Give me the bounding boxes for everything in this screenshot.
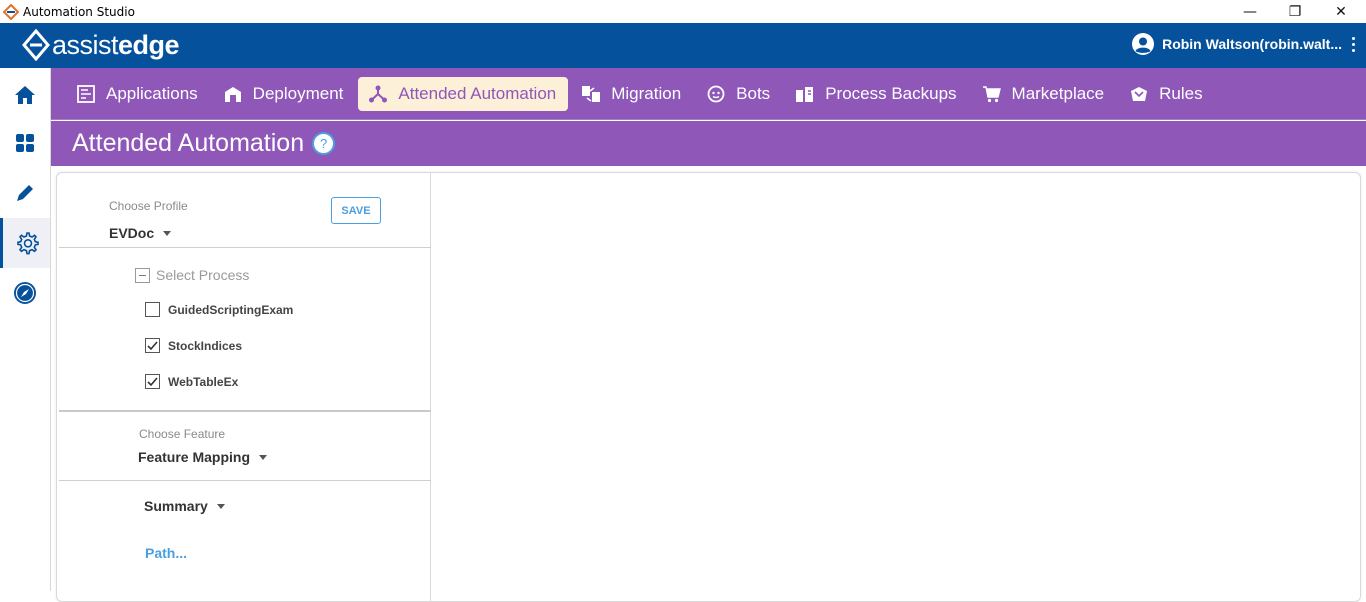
- profile-value: EVDoc: [109, 225, 155, 241]
- tab-label: Deployment: [252, 83, 344, 103]
- chevron-down-icon: [216, 503, 225, 509]
- close-button[interactable]: ✕: [1318, 0, 1364, 23]
- bots-icon: [707, 85, 725, 102]
- content-card: Choose Profile EVDoc SAVE Select Process…: [56, 172, 1361, 602]
- tab-label: Marketplace: [1011, 83, 1105, 103]
- help-icon[interactable]: ?: [312, 132, 336, 155]
- process-item[interactable]: StockIndices: [145, 338, 242, 353]
- chevron-down-icon: [259, 454, 268, 460]
- tab-migration[interactable]: Migration: [571, 77, 693, 111]
- window-title: Automation Studio: [23, 4, 135, 19]
- rail-settings[interactable]: [0, 218, 50, 268]
- profile-dropdown[interactable]: EVDoc: [109, 225, 172, 241]
- choose-profile-label: Choose Profile: [109, 199, 188, 213]
- tab-label: Attended Automation: [398, 83, 557, 103]
- tab-label: Process Backups: [825, 83, 957, 103]
- tab-process-backups[interactable]: Process Backups: [785, 77, 968, 111]
- save-button[interactable]: SAVE: [331, 197, 381, 224]
- assistedge-logo[interactable]: assistedge: [22, 29, 180, 61]
- path-link[interactable]: Path...: [145, 545, 187, 561]
- page-header: Attended Automation ?: [51, 121, 1366, 166]
- process-backups-icon: [796, 86, 814, 102]
- compass-icon: [14, 282, 36, 304]
- select-process-node[interactable]: Select Process: [135, 267, 249, 283]
- process-name: StockIndices: [168, 338, 243, 353]
- checkbox[interactable]: [145, 302, 160, 317]
- restore-button[interactable]: ❐: [1272, 0, 1318, 23]
- brand-bar: assistedge Robin Waltson(robin.walt...: [0, 23, 1366, 68]
- summary-dropdown[interactable]: Summary: [144, 498, 225, 514]
- tab-attended-automation[interactable]: Attended Automation: [358, 76, 569, 111]
- main-nav: Applications Deployment Attended Automat…: [51, 68, 1366, 120]
- process-name: WebTableEx: [168, 374, 239, 389]
- summary-value: Summary: [144, 498, 208, 514]
- assistedge-logo-icon: [22, 29, 50, 61]
- tab-bots[interactable]: Bots: [696, 77, 782, 111]
- logo-text: assistedge: [52, 29, 180, 60]
- home-icon: [15, 86, 35, 104]
- applications-icon: [77, 84, 95, 103]
- pencil-icon: [17, 185, 33, 201]
- marketplace-icon: [982, 85, 1001, 102]
- user-avatar-icon: [1132, 33, 1155, 55]
- feature-dropdown[interactable]: Feature Mapping: [138, 449, 268, 465]
- configuration-panel: Choose Profile EVDoc SAVE Select Process…: [57, 173, 431, 601]
- divider: [59, 480, 431, 481]
- tab-label: Bots: [736, 83, 771, 103]
- more-options-icon[interactable]: [1352, 36, 1356, 52]
- dashboard-icon: [16, 134, 34, 152]
- migration-icon: [582, 85, 601, 102]
- feature-value: Feature Mapping: [138, 449, 251, 465]
- checkbox[interactable]: [145, 374, 160, 389]
- tab-marketplace[interactable]: Marketplace: [972, 77, 1117, 111]
- divider: [59, 410, 431, 412]
- gear-icon: [16, 232, 39, 255]
- rail-dashboard[interactable]: [0, 118, 50, 168]
- divider: [59, 247, 431, 248]
- checkmark-icon: [147, 376, 158, 386]
- process-item[interactable]: GuidedScriptingExam: [145, 302, 293, 317]
- tab-rules[interactable]: Rules: [1119, 77, 1214, 111]
- rules-icon: [1131, 86, 1148, 101]
- deployment-icon: [224, 86, 241, 102]
- user-menu[interactable]: Robin Waltson(robin.walt...: [1132, 33, 1356, 55]
- checkbox[interactable]: [145, 338, 160, 353]
- choose-feature-label: Choose Feature: [139, 427, 226, 441]
- rail-home[interactable]: [0, 70, 50, 120]
- tab-label: Rules: [1159, 83, 1203, 103]
- select-process-label: Select Process: [156, 267, 250, 283]
- rail-editor[interactable]: [0, 168, 50, 218]
- minimize-button[interactable]: —: [1227, 0, 1273, 23]
- page-title: Attended Automation: [72, 129, 305, 157]
- tab-label: Migration: [611, 83, 682, 103]
- collapse-icon[interactable]: [135, 267, 150, 283]
- process-name: GuidedScriptingExam: [168, 302, 294, 317]
- window-title-bar: Automation Studio — ❐ ✕: [0, 0, 1366, 23]
- workspace-area: [432, 173, 1360, 601]
- rail-explore[interactable]: [0, 268, 50, 318]
- tab-label: Applications: [106, 83, 198, 103]
- user-name: Robin Waltson(robin.walt...: [1162, 36, 1342, 52]
- tab-applications[interactable]: Applications: [66, 77, 210, 111]
- process-item[interactable]: WebTableEx: [145, 374, 238, 389]
- checkmark-icon: [147, 340, 158, 350]
- app-logo-icon: [3, 3, 19, 20]
- attended-automation-icon: [369, 85, 388, 102]
- left-rail: [0, 68, 51, 591]
- chevron-down-icon: [163, 230, 172, 236]
- tab-deployment[interactable]: Deployment: [213, 77, 356, 111]
